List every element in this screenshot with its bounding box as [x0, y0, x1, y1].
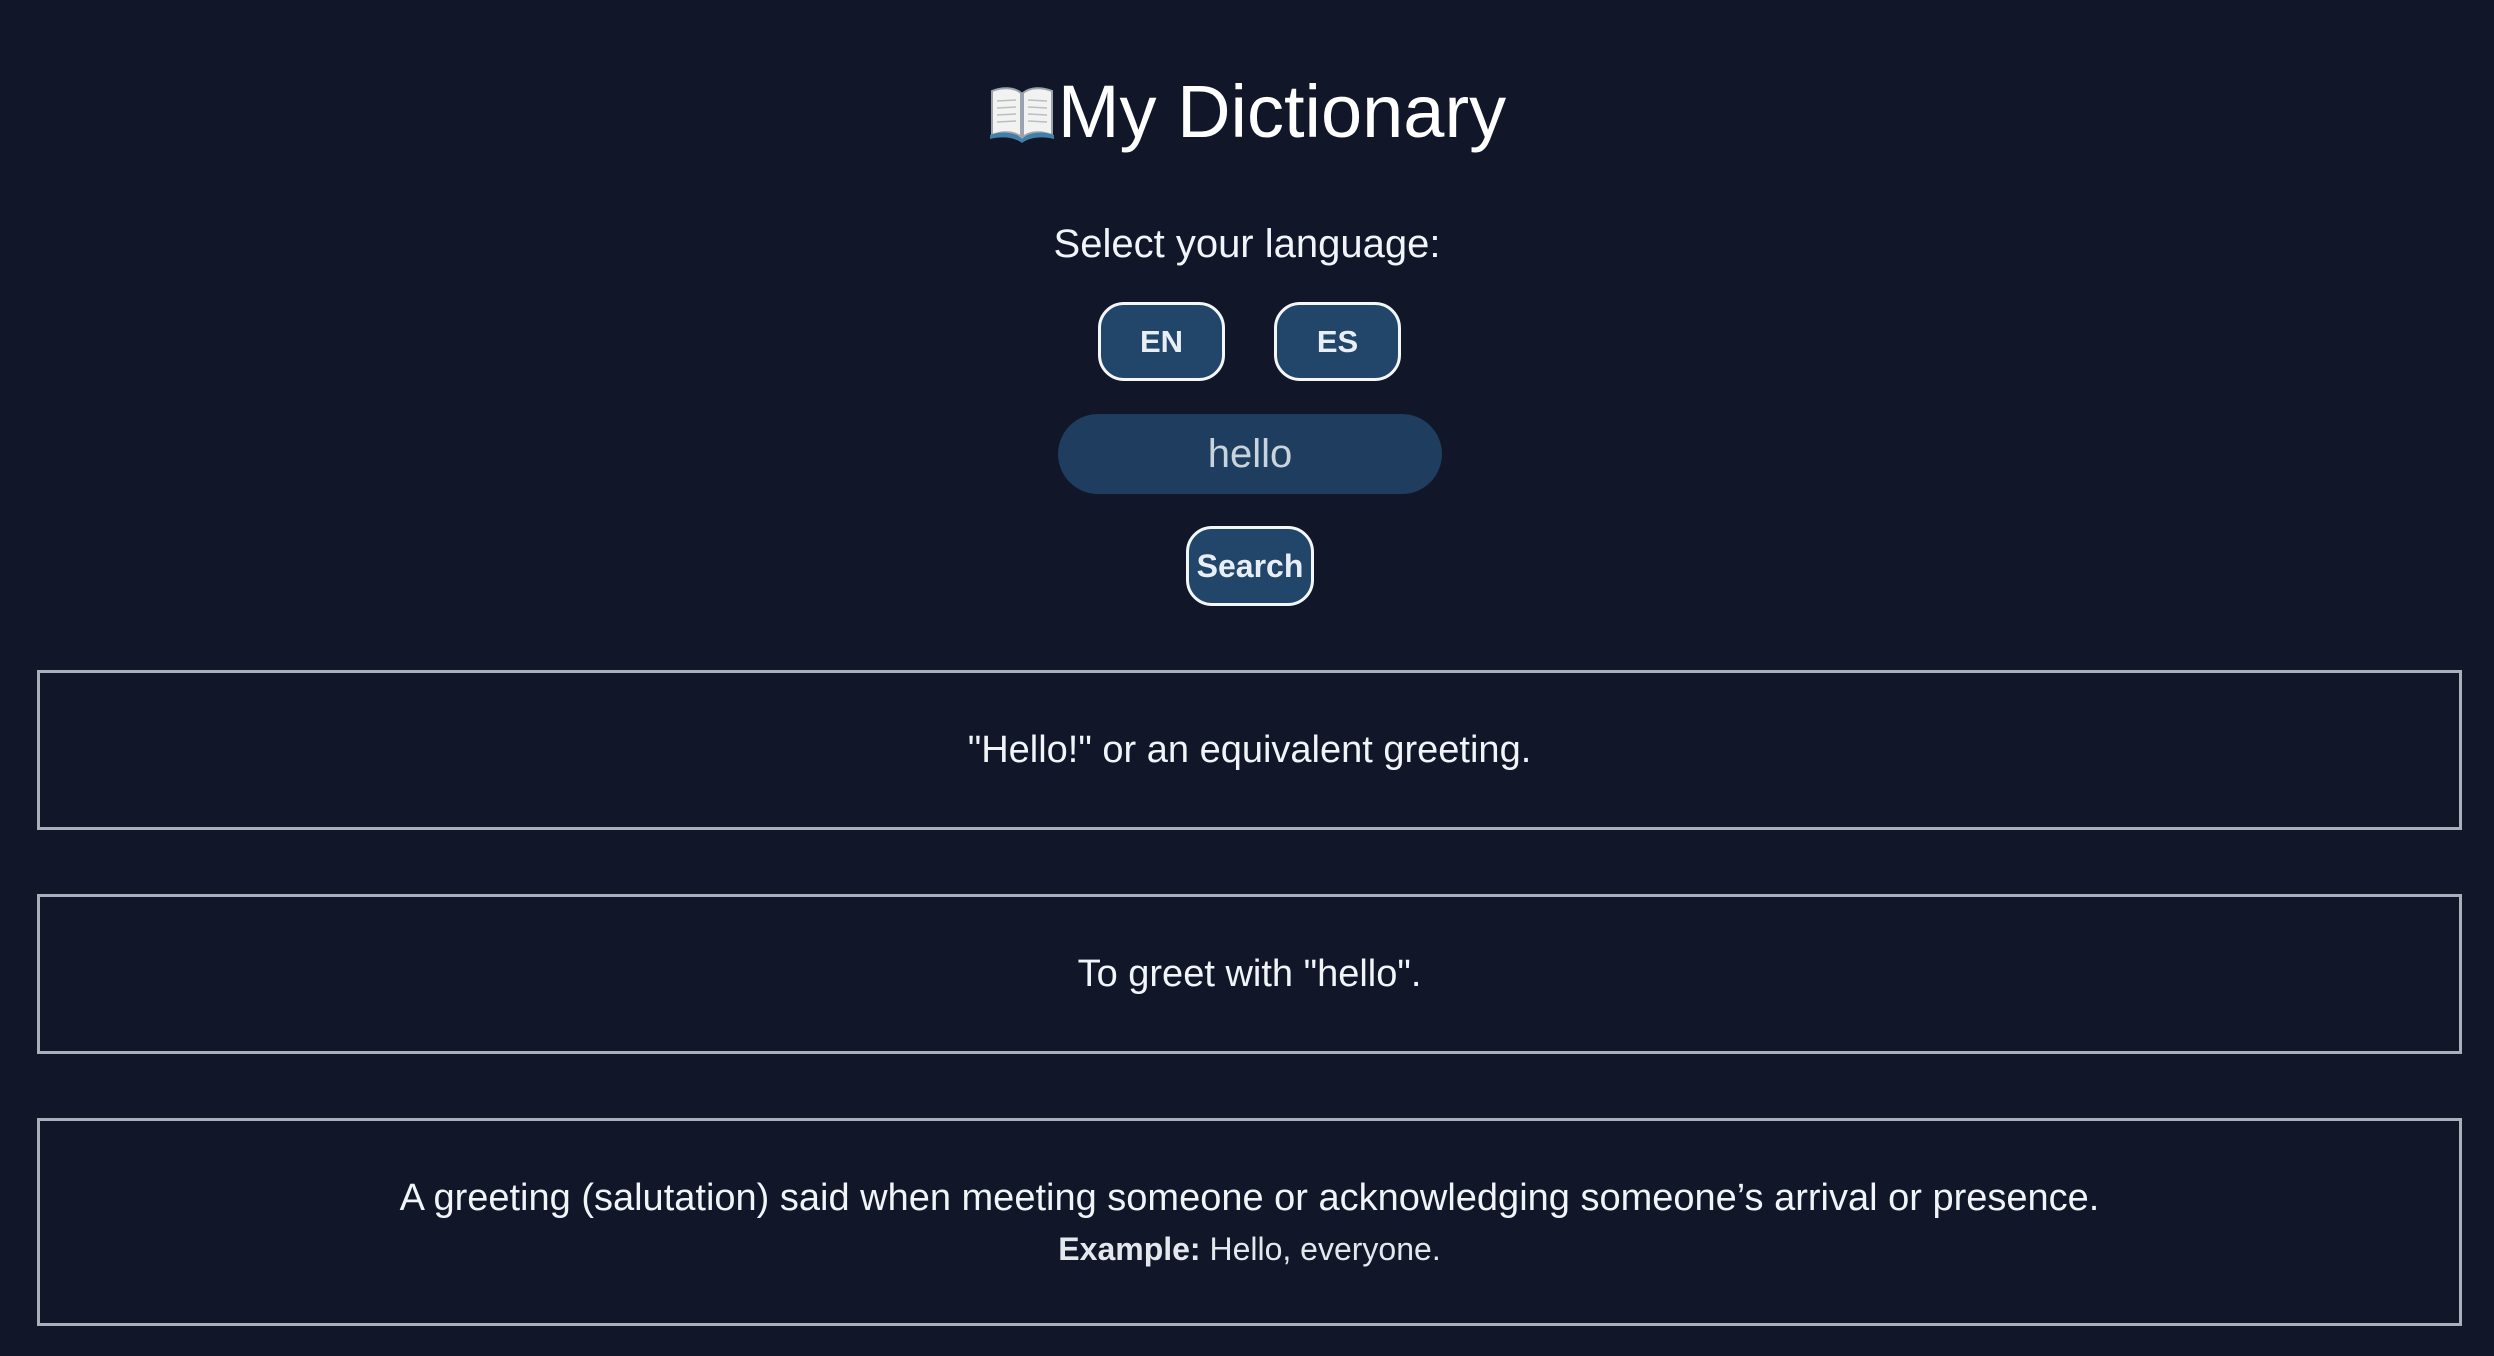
- language-en-button[interactable]: EN: [1098, 302, 1225, 381]
- page-title: My Dictionary: [0, 64, 2494, 166]
- language-es-button[interactable]: ES: [1274, 302, 1401, 381]
- definition-card: A greeting (salutation) said when meetin…: [37, 1118, 2462, 1326]
- example-text: Hello, everyone.: [1209, 1231, 1441, 1267]
- definition-text: To greet with "hello".: [1077, 953, 1422, 995]
- definition-text: "Hello!" or an equivalent greeting.: [967, 729, 1532, 771]
- search-button[interactable]: Search: [1186, 526, 1314, 606]
- definition-card: To greet with "hello".: [37, 894, 2462, 1054]
- dictionary-page: My Dictionary Select your language: EN E…: [0, 0, 2494, 1356]
- search-input[interactable]: [1058, 414, 1442, 494]
- language-label: Select your language:: [1053, 222, 1441, 266]
- definition-card: "Hello!" or an equivalent greeting.: [37, 670, 2462, 830]
- open-book-icon: [988, 70, 1056, 166]
- definition-text: A greeting (salutation) said when meetin…: [399, 1177, 2100, 1219]
- example-line: Example: Hello, everyone.: [1058, 1227, 1440, 1271]
- page-title-text: My Dictionary: [1057, 70, 1507, 153]
- example-label: Example:: [1058, 1231, 1201, 1267]
